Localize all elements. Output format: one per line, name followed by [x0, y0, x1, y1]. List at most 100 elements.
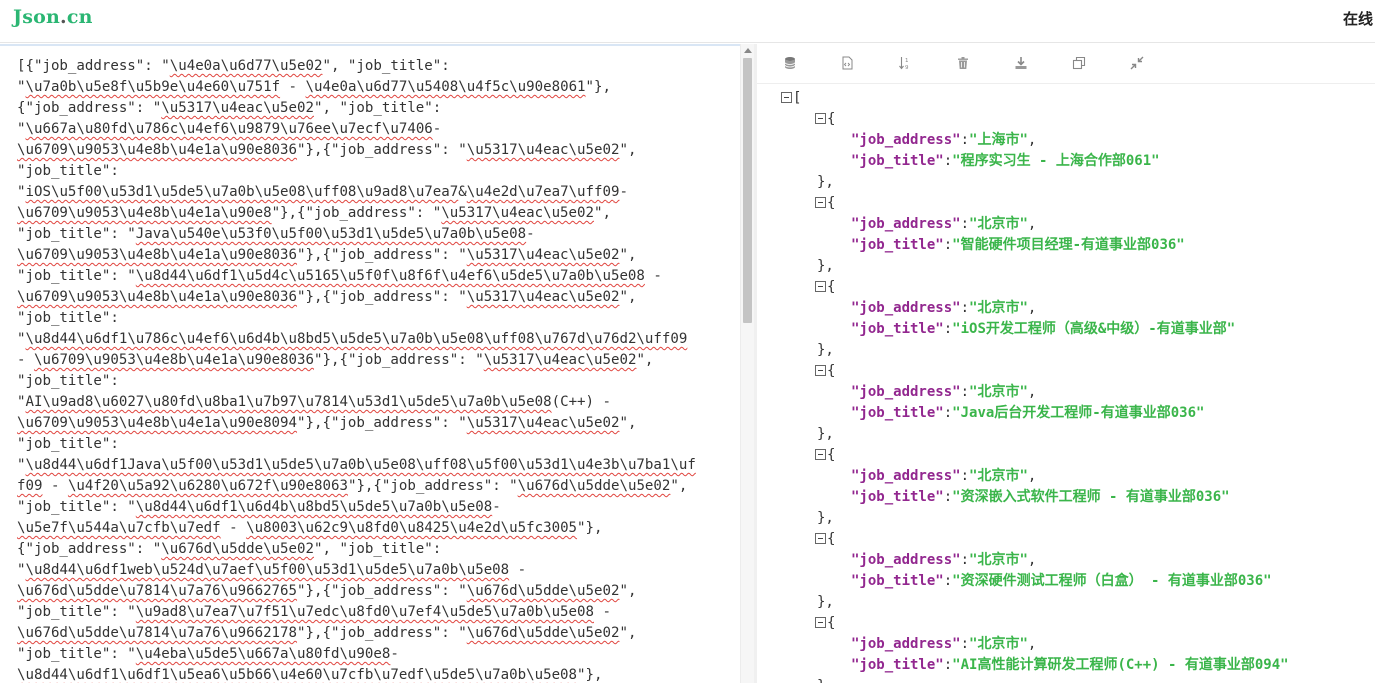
value-title: "Java后台开发工程师-有道事业部036" [952, 405, 1205, 421]
download-icon[interactable] [1014, 55, 1028, 69]
editor-line: "\u7a0b\u5e8f\u5b9e\u4e60\u751f - \u4e0a… [17, 77, 732, 98]
collapse-toggle-icon[interactable] [781, 92, 792, 103]
editor-token: - [644, 268, 662, 284]
editor-token: "job_title": [17, 310, 119, 326]
compress-icon[interactable] [1130, 55, 1144, 70]
editor-token-misspelled: \u8d44\u6df1\u786c\u4ef6\u6d4b\u8bd5\u5d… [25, 331, 688, 347]
tree-object-close: }, [817, 508, 834, 529]
editor-token: - [42, 478, 68, 494]
key-job-address: "job_address" [851, 132, 961, 148]
editor-line: "job_title": "\u8d44\u6df1\u5d4c\u5165\u… [17, 266, 732, 287]
editor-token: "job_title": " [17, 604, 136, 620]
header-nav-online[interactable]: 在线 [1343, 8, 1375, 29]
scroll-up-arrow[interactable] [744, 48, 752, 53]
file-code-icon[interactable] [840, 55, 854, 70]
collapse-toggle-icon[interactable] [815, 617, 826, 628]
editor-token-misspelled: Java\u540e\u53f0\u5f00\u53d1\u5de5\u7a0b… [135, 226, 527, 242]
editor-token: - [509, 562, 527, 578]
editor-token-misspelled: \u667a\u80fd\u786c\u4ef6\u9879\u76ee\u7e… [25, 121, 433, 137]
value-title: "AI高性能计算研发工程师(C++) - 有道事业部094" [952, 657, 1289, 673]
editor-token-misspelled: \u7a0b\u5e8f\u5b9e\u4e60\u751f [25, 79, 281, 95]
tree-row-title: "job_title":"智能硬件项目经理-有道事业部036" [851, 235, 1185, 256]
editor-line: "job_title": [17, 371, 732, 392]
brace-close: }, [817, 258, 834, 274]
tree-row-address: "job_address":"北京市", [851, 214, 1036, 235]
value-address: "上海市" [969, 132, 1028, 148]
editor-token-misspelled: \u4e0a\u6d77\u5408\u4f5c\u90e8061 [305, 79, 586, 95]
viewer-toolbar: 19 [757, 44, 1375, 84]
colon: : [960, 636, 970, 652]
key-job-title: "job_title" [851, 237, 944, 253]
colon: : [943, 405, 953, 421]
editor-scrollbar[interactable] [740, 44, 754, 683]
comma: , [1027, 552, 1037, 568]
comma: , [1027, 216, 1037, 232]
colon: : [960, 216, 970, 232]
value-title: "智能硬件项目经理-有道事业部036" [952, 237, 1185, 253]
editor-token: " [17, 121, 26, 137]
editor-text[interactable]: [{"job_address": "\u4e0a\u6d77\u5e02", "… [17, 56, 732, 683]
editor-token: " [17, 562, 26, 578]
colon: : [960, 468, 970, 484]
json-tree-viewer: 19 [{"job_address":"上海市", "job_title":"程序… [757, 44, 1375, 683]
collapse-toggle-icon[interactable] [815, 281, 826, 292]
editor-token-misspelled: \u6709\u9053\u4e8b\u4e1a\u90e8036 [17, 289, 298, 305]
tree-object-open: { [815, 613, 835, 634]
editor-token: ", "job_title": [322, 58, 450, 74]
tree-row-address: "job_address":"北京市", [851, 550, 1036, 571]
editor-line: \u6709\u9053\u4e8b\u4e1a\u90e8036"},{"jo… [17, 140, 732, 161]
collapse-toggle-icon[interactable] [815, 113, 826, 124]
logo-suffix: cn [66, 6, 93, 28]
editor-line: \u8d44\u6df1\u6df1\u5ea6\u5b66\u4e60\u7c… [17, 665, 732, 683]
editor-token-misspelled: \u9ad8\u7ea7\u7f51\u7edc\u8fd0\u7ef4\u5d… [135, 604, 594, 620]
json-input-editor[interactable]: [{"job_address": "\u4e0a\u6d77\u5e02", "… [0, 44, 740, 683]
colon: : [943, 657, 953, 673]
tree-object-open: { [815, 277, 835, 298]
comma: , [1027, 300, 1037, 316]
svg-text:9: 9 [905, 65, 909, 70]
tree-object-close: }, [817, 676, 834, 683]
site-logo[interactable]: Json.cn [13, 6, 93, 28]
editor-line: \u6709\u9053\u4e8b\u4e1a\u90e8036"},{"jo… [17, 287, 732, 308]
editor-token: " [17, 331, 26, 347]
editor-line: "job_title": [17, 434, 732, 455]
editor-token: - [492, 499, 501, 515]
collapse-toggle-icon[interactable] [815, 365, 826, 376]
editor-line: "\u667a\u80fd\u786c\u4ef6\u9879\u76ee\u7… [17, 119, 732, 140]
sort-icon[interactable]: 19 [898, 55, 912, 71]
editor-token: ", [619, 415, 637, 431]
editor-token-misspelled: \u5317\u4eac\u5e02 [483, 352, 637, 368]
editor-token: "job_title": " [17, 646, 136, 662]
editor-token: " [17, 457, 26, 473]
key-job-address: "job_address" [851, 300, 961, 316]
brace-close: }, [817, 174, 834, 190]
collapse-toggle-icon[interactable] [815, 449, 826, 460]
trash-icon[interactable] [956, 55, 970, 69]
editor-token-misspelled: \u676d\u5dde\u5e02 [466, 625, 620, 641]
editor-token: " [17, 184, 26, 200]
editor-token: "}, [577, 520, 603, 536]
editor-token: ", [670, 478, 688, 494]
key-job-title: "job_title" [851, 321, 944, 337]
editor-token-misspelled: \u4eba\u5de5\u667a\u80fd\u90e8 [135, 646, 391, 662]
editor-token: ", [619, 625, 637, 641]
copy-icon[interactable] [1072, 55, 1086, 70]
value-title: "资深硬件测试工程师（白盒） - 有道事业部036" [952, 573, 1272, 589]
brace-close: }, [817, 510, 834, 526]
database-icon[interactable] [783, 55, 797, 69]
value-title: "程序实习生 - 上海合作部061" [952, 153, 1160, 169]
editor-line: "\u8d44\u6df1web\u524d\u7aef\u5f00\u53d1… [17, 560, 732, 581]
tree-row-title: "job_title":"AI高性能计算研发工程师(C++) - 有道事业部09… [851, 655, 1289, 676]
tree-object-close: }, [817, 340, 834, 361]
scroll-thumb[interactable] [743, 58, 752, 323]
editor-token: "job_title": [17, 373, 119, 389]
collapse-toggle-icon[interactable] [815, 533, 826, 544]
collapse-toggle-icon[interactable] [815, 197, 826, 208]
editor-token-misspelled: \u5317\u4eac\u5e02 [466, 415, 620, 431]
editor-token: ", [619, 583, 637, 599]
editor-token: "},{"job_address": " [347, 478, 518, 494]
editor-token-misspelled: \u6709\u9053\u4e8b\u4e1a\u90e8094 [17, 415, 298, 431]
editor-token: ", "job_title": [313, 100, 442, 116]
logo-main: Json [13, 6, 60, 28]
editor-line: "job_title": "\u4eba\u5de5\u667a\u80fd\u… [17, 644, 732, 665]
